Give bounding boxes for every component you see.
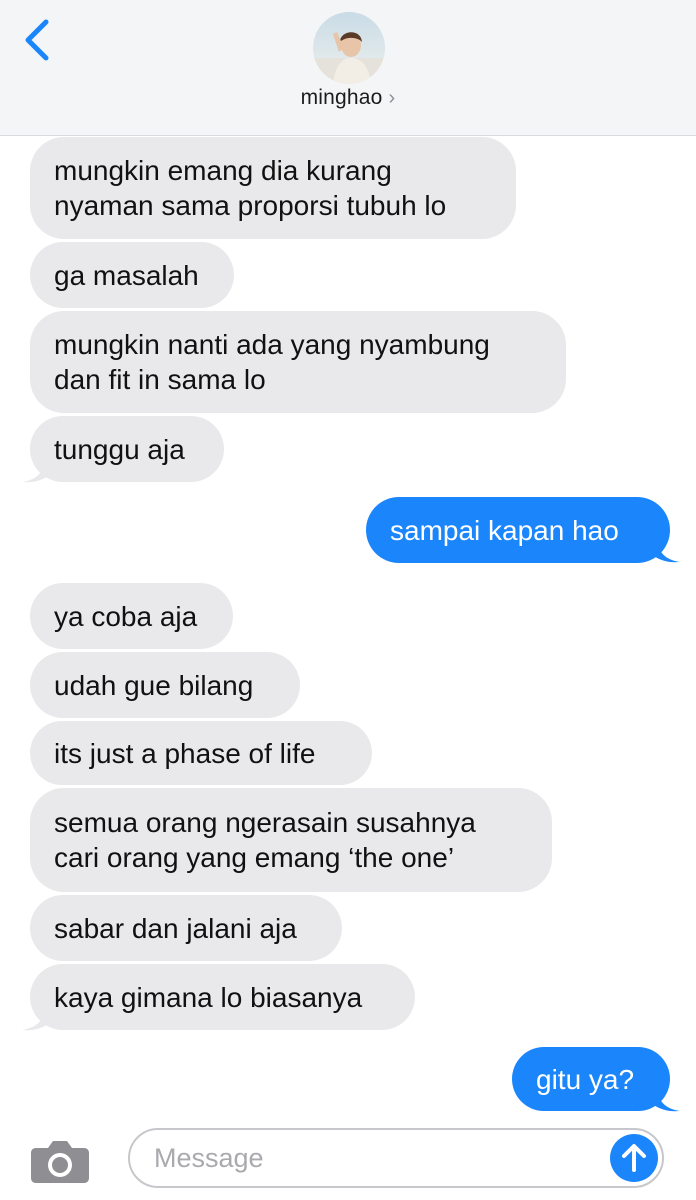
chevron-left-icon: [25, 19, 49, 61]
chevron-right-icon: ›: [388, 87, 396, 109]
incoming-message[interactable]: its just a phase of life: [30, 721, 372, 785]
incoming-message[interactable]: tunggu aja: [30, 416, 224, 482]
outgoing-message[interactable]: gitu ya?: [512, 1047, 670, 1111]
incoming-message[interactable]: ya coba aja: [30, 583, 233, 649]
arrow-up-icon: [622, 1144, 646, 1172]
camera-button[interactable]: [30, 1138, 90, 1184]
contact-name: minghao: [300, 86, 383, 109]
incoming-message[interactable]: ga masalah: [30, 242, 234, 308]
back-button[interactable]: [20, 18, 56, 62]
incoming-message[interactable]: udah gue bilang: [30, 652, 300, 718]
camera-icon: [31, 1141, 89, 1183]
incoming-message[interactable]: kaya gimana lo biasanya: [30, 964, 415, 1030]
incoming-message[interactable]: sabar dan jalani aja: [30, 895, 342, 961]
avatar[interactable]: [313, 12, 385, 84]
contact-name-row[interactable]: minghao ›: [0, 86, 696, 110]
send-button[interactable]: [610, 1134, 658, 1182]
message-composer: [0, 1118, 696, 1200]
incoming-message[interactable]: mungkin nanti ada yang nyambung dan fit …: [30, 311, 566, 413]
contact-photo: [313, 12, 385, 84]
conversation-header: minghao ›: [0, 0, 696, 136]
incoming-message[interactable]: semua orang ngerasain susahnya cari oran…: [30, 788, 552, 892]
incoming-message[interactable]: mungkin emang dia kurang nyaman sama pro…: [30, 137, 516, 239]
message-input[interactable]: [128, 1128, 664, 1188]
outgoing-message[interactable]: sampai kapan hao: [366, 497, 670, 563]
